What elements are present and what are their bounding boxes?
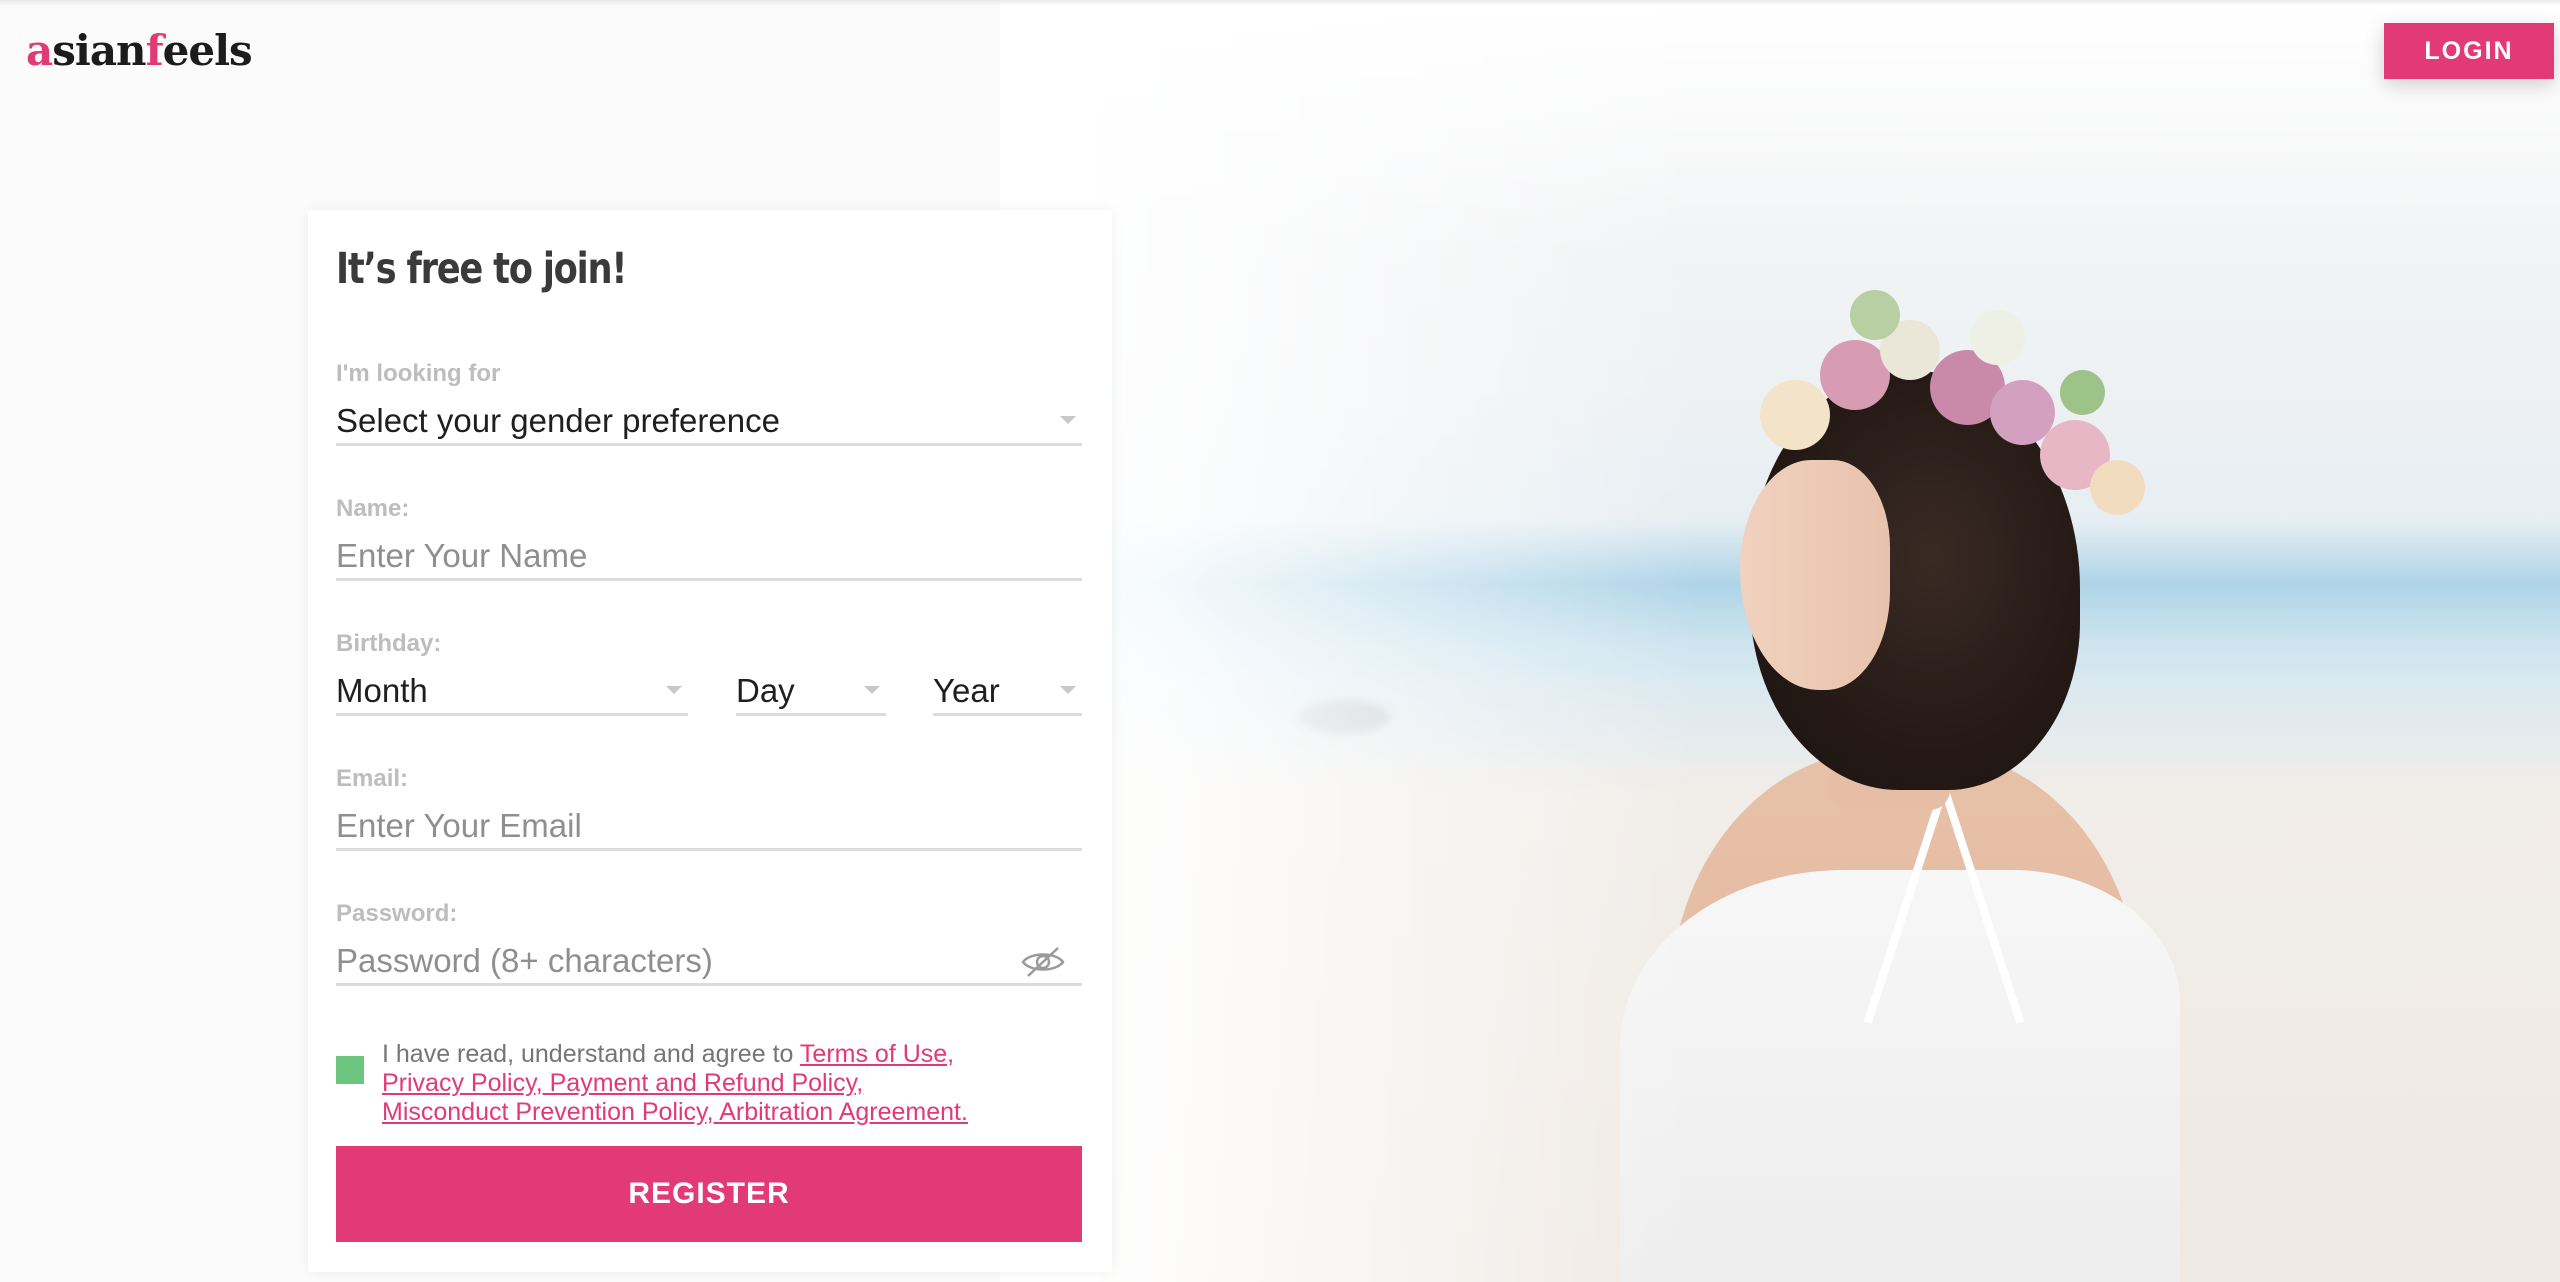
birthday-field: Birthday: Month Day Year	[336, 630, 1082, 716]
privacy-refund-policy-link[interactable]: Privacy Policy, Payment and Refund Polic…	[382, 1069, 863, 1097]
logo-letter-a: a	[26, 26, 53, 75]
birth-month-value: Month	[336, 671, 428, 709]
gender-preference-value: Select your gender preference	[336, 401, 780, 439]
chevron-down-icon	[1060, 686, 1076, 694]
password-placeholder: Password (8+ characters)	[336, 941, 713, 979]
login-button[interactable]: LOGIN	[2384, 23, 2554, 79]
form-title: It’s free to join!	[336, 244, 627, 294]
asianfeels-logo[interactable]: a sian f eels	[26, 26, 253, 78]
looking-for-label: I'm looking for	[336, 360, 501, 387]
logo-letter-f: f	[145, 26, 164, 75]
site-header: a sian f eels LOGIN	[0, 0, 2560, 100]
email-input[interactable]: Enter Your Email	[336, 803, 1082, 851]
gender-preference-select[interactable]: Select your gender preference	[336, 398, 1082, 446]
chevron-down-icon	[1060, 416, 1076, 424]
logo-text-eels: eels	[162, 26, 253, 75]
name-field: Name: Enter Your Name	[336, 495, 1082, 581]
chevron-down-icon	[666, 686, 682, 694]
agreement-checkbox[interactable]	[336, 1056, 364, 1084]
birthday-label: Birthday:	[336, 630, 442, 657]
birth-year-value: Year	[933, 671, 1000, 709]
agreement-row: I have read, understand and agree to Ter…	[336, 1040, 1082, 1130]
email-field: Email: Enter Your Email	[336, 765, 1082, 851]
flower-crown	[1730, 230, 2150, 515]
header-shadow	[0, 0, 2560, 6]
name-placeholder: Enter Your Name	[336, 536, 588, 574]
birth-day-value: Day	[736, 671, 795, 709]
looking-for-field: I'm looking for Select your gender prefe…	[336, 360, 1082, 446]
password-input[interactable]: Password (8+ characters)	[336, 938, 1082, 986]
email-placeholder: Enter Your Email	[336, 806, 582, 844]
birth-year-select[interactable]: Year	[933, 668, 1082, 716]
birth-month-select[interactable]: Month	[336, 668, 688, 716]
logo-text-sian: sian	[52, 26, 146, 75]
registration-form-card: It’s free to join! I'm looking for Selec…	[308, 210, 1112, 1272]
password-label: Password:	[336, 900, 458, 927]
agreement-prefix: I have read, understand and agree to	[382, 1040, 800, 1068]
chevron-down-icon	[864, 686, 880, 694]
birth-day-select[interactable]: Day	[736, 668, 886, 716]
agreement-text: I have read, understand and agree to Ter…	[382, 1040, 1082, 1127]
password-field: Password: Password (8+ characters)	[336, 900, 1082, 986]
register-button[interactable]: REGISTER	[336, 1146, 1082, 1242]
terms-of-use-link[interactable]: Terms of Use,	[800, 1040, 954, 1068]
eye-slash-icon[interactable]	[1020, 944, 1066, 980]
misconduct-arbitration-link[interactable]: Misconduct Prevention Policy, Arbitratio…	[382, 1098, 968, 1126]
name-input[interactable]: Enter Your Name	[336, 533, 1082, 581]
name-label: Name:	[336, 495, 410, 522]
email-label: Email:	[336, 765, 409, 792]
